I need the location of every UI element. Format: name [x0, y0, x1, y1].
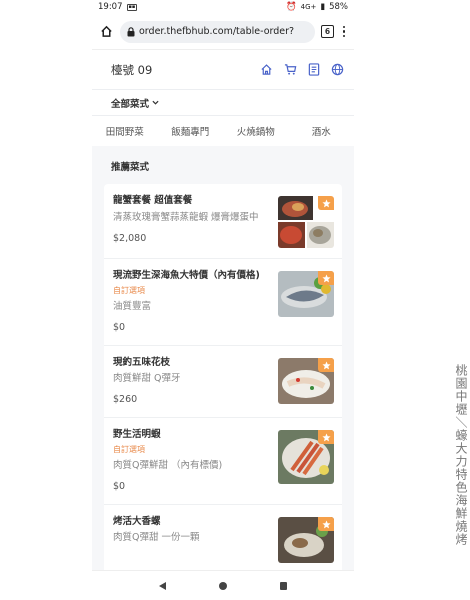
item-option-tag: 自訂選項: [113, 445, 145, 454]
tab-switcher-button[interactable]: 6: [321, 25, 334, 38]
android-nav-bar: [92, 570, 354, 600]
app-header: 檯號 09: [92, 50, 354, 90]
recent-apps-icon[interactable]: [280, 581, 288, 590]
tab-rice-noodles[interactable]: 飯麵專門: [158, 124, 224, 138]
cart-icon[interactable]: [284, 63, 297, 76]
recommended-star-icon: [318, 430, 334, 444]
alarm-icon: ⏰: [286, 2, 297, 12]
home-icon[interactable]: [260, 63, 273, 76]
address-bar[interactable]: order.thefbhub.com/table-order?: [120, 20, 315, 43]
recommended-star-icon: [318, 517, 334, 531]
url-text: order.thefbhub.com/table-order?: [139, 26, 295, 37]
battery-icon: ▮: [320, 2, 326, 12]
item-price: $0: [113, 481, 126, 492]
tab-vegetables[interactable]: 田間野菜: [92, 124, 158, 138]
home-circle-icon[interactable]: [218, 581, 227, 590]
category-tabs: 田間野菜 飯麵專門 火燒鍋物 酒水: [92, 116, 354, 146]
menu-item[interactable]: 現釣五味花枝 肉質鮮甜 Q彈牙 $260: [104, 346, 342, 418]
menu-item[interactable]: 龍蟹套餐 超值套餐 清蒸玫瑰膏蟹蒜蒸龍蝦 爆膏爆蛋中 $2,080: [104, 184, 342, 259]
chevron-down-icon: [152, 97, 159, 108]
item-name: 龍蟹套餐 超值套餐: [113, 195, 193, 206]
status-time: 19:07: [98, 2, 123, 12]
menu-item[interactable]: 烤活大香螺 肉質Q彈甜 一份一顆: [104, 505, 342, 574]
lock-icon: [127, 22, 135, 41]
category-dropdown[interactable]: 全部菜式: [111, 96, 159, 110]
browser-home-icon[interactable]: [98, 24, 114, 40]
menu-item[interactable]: 現流野生深海魚大特價（內有價格) 自訂選項 油質豐富 $0: [104, 259, 342, 346]
table-number: 檯號 09: [111, 62, 153, 77]
back-icon[interactable]: [158, 581, 166, 590]
item-option-tag: 自訂選項: [113, 286, 145, 295]
item-description: 肉質Q彈鮮甜 （內有標價): [113, 460, 223, 471]
item-description: 肉質Q彈甜 一份一顆: [113, 532, 200, 543]
item-photo: [278, 271, 334, 317]
item-price: $260: [113, 394, 138, 405]
item-photo: [278, 358, 334, 404]
signal-icon: 4G+: [300, 3, 317, 11]
item-photo: [278, 430, 334, 484]
item-price: $2,080: [113, 233, 147, 244]
sim-icon: ▪▪: [126, 3, 138, 11]
menu-list: 龍蟹套餐 超值套餐 清蒸玫瑰膏蟹蒜蒸龍蝦 爆膏爆蛋中 $2,080 現流野生深海…: [104, 184, 342, 574]
recommended-star-icon: [318, 196, 334, 210]
category-dropdown-label: 全部菜式: [111, 98, 150, 110]
item-name: 現流野生深海魚大特價（內有價格): [113, 270, 260, 281]
item-description: 肉質鮮甜 Q彈牙: [113, 373, 181, 384]
recommended-star-icon: [318, 358, 334, 372]
section-title: 推薦菜式: [111, 162, 150, 173]
menu-item[interactable]: 野生活明蝦 自訂選項 肉質Q彈鮮甜 （內有標價) $0: [104, 418, 342, 505]
menu-content: 推薦菜式 龍蟹套餐 超值套餐 清蒸玫瑰膏蟹蒜蒸龍蝦 爆膏爆蛋中 $2,080 現…: [92, 146, 354, 574]
browser-menu-icon[interactable]: [340, 25, 348, 38]
item-name: 野生活明蝦: [113, 429, 161, 440]
globe-icon[interactable]: [331, 63, 344, 76]
tab-drinks[interactable]: 酒水: [289, 124, 355, 138]
item-photo: [278, 196, 334, 248]
browser-toolbar: order.thefbhub.com/table-order? 6: [92, 14, 354, 50]
item-name: 現釣五味花枝: [113, 357, 171, 368]
tab-hotpot[interactable]: 火燒鍋物: [223, 124, 289, 138]
category-selector-row: 全部菜式: [92, 90, 354, 116]
item-photo: [278, 517, 334, 563]
phone-screen: 19:07 ▪▪ ⏰ 4G+ ▮ 58% order.thefbhub.com/…: [92, 0, 354, 600]
recommended-star-icon: [318, 271, 334, 285]
order-list-icon[interactable]: [308, 63, 320, 76]
item-price: $0: [113, 322, 126, 333]
item-name: 烤活大香螺: [113, 516, 161, 527]
side-caption: 桃園中壢＼蠔大力特色海鮮燒烤: [454, 364, 468, 546]
battery-level: 58%: [329, 2, 348, 12]
status-bar: 19:07 ▪▪ ⏰ 4G+ ▮ 58%: [92, 0, 354, 14]
item-description: 清蒸玫瑰膏蟹蒜蒸龍蝦 爆膏爆蛋中: [113, 212, 259, 223]
item-description: 油質豐富: [113, 301, 152, 312]
